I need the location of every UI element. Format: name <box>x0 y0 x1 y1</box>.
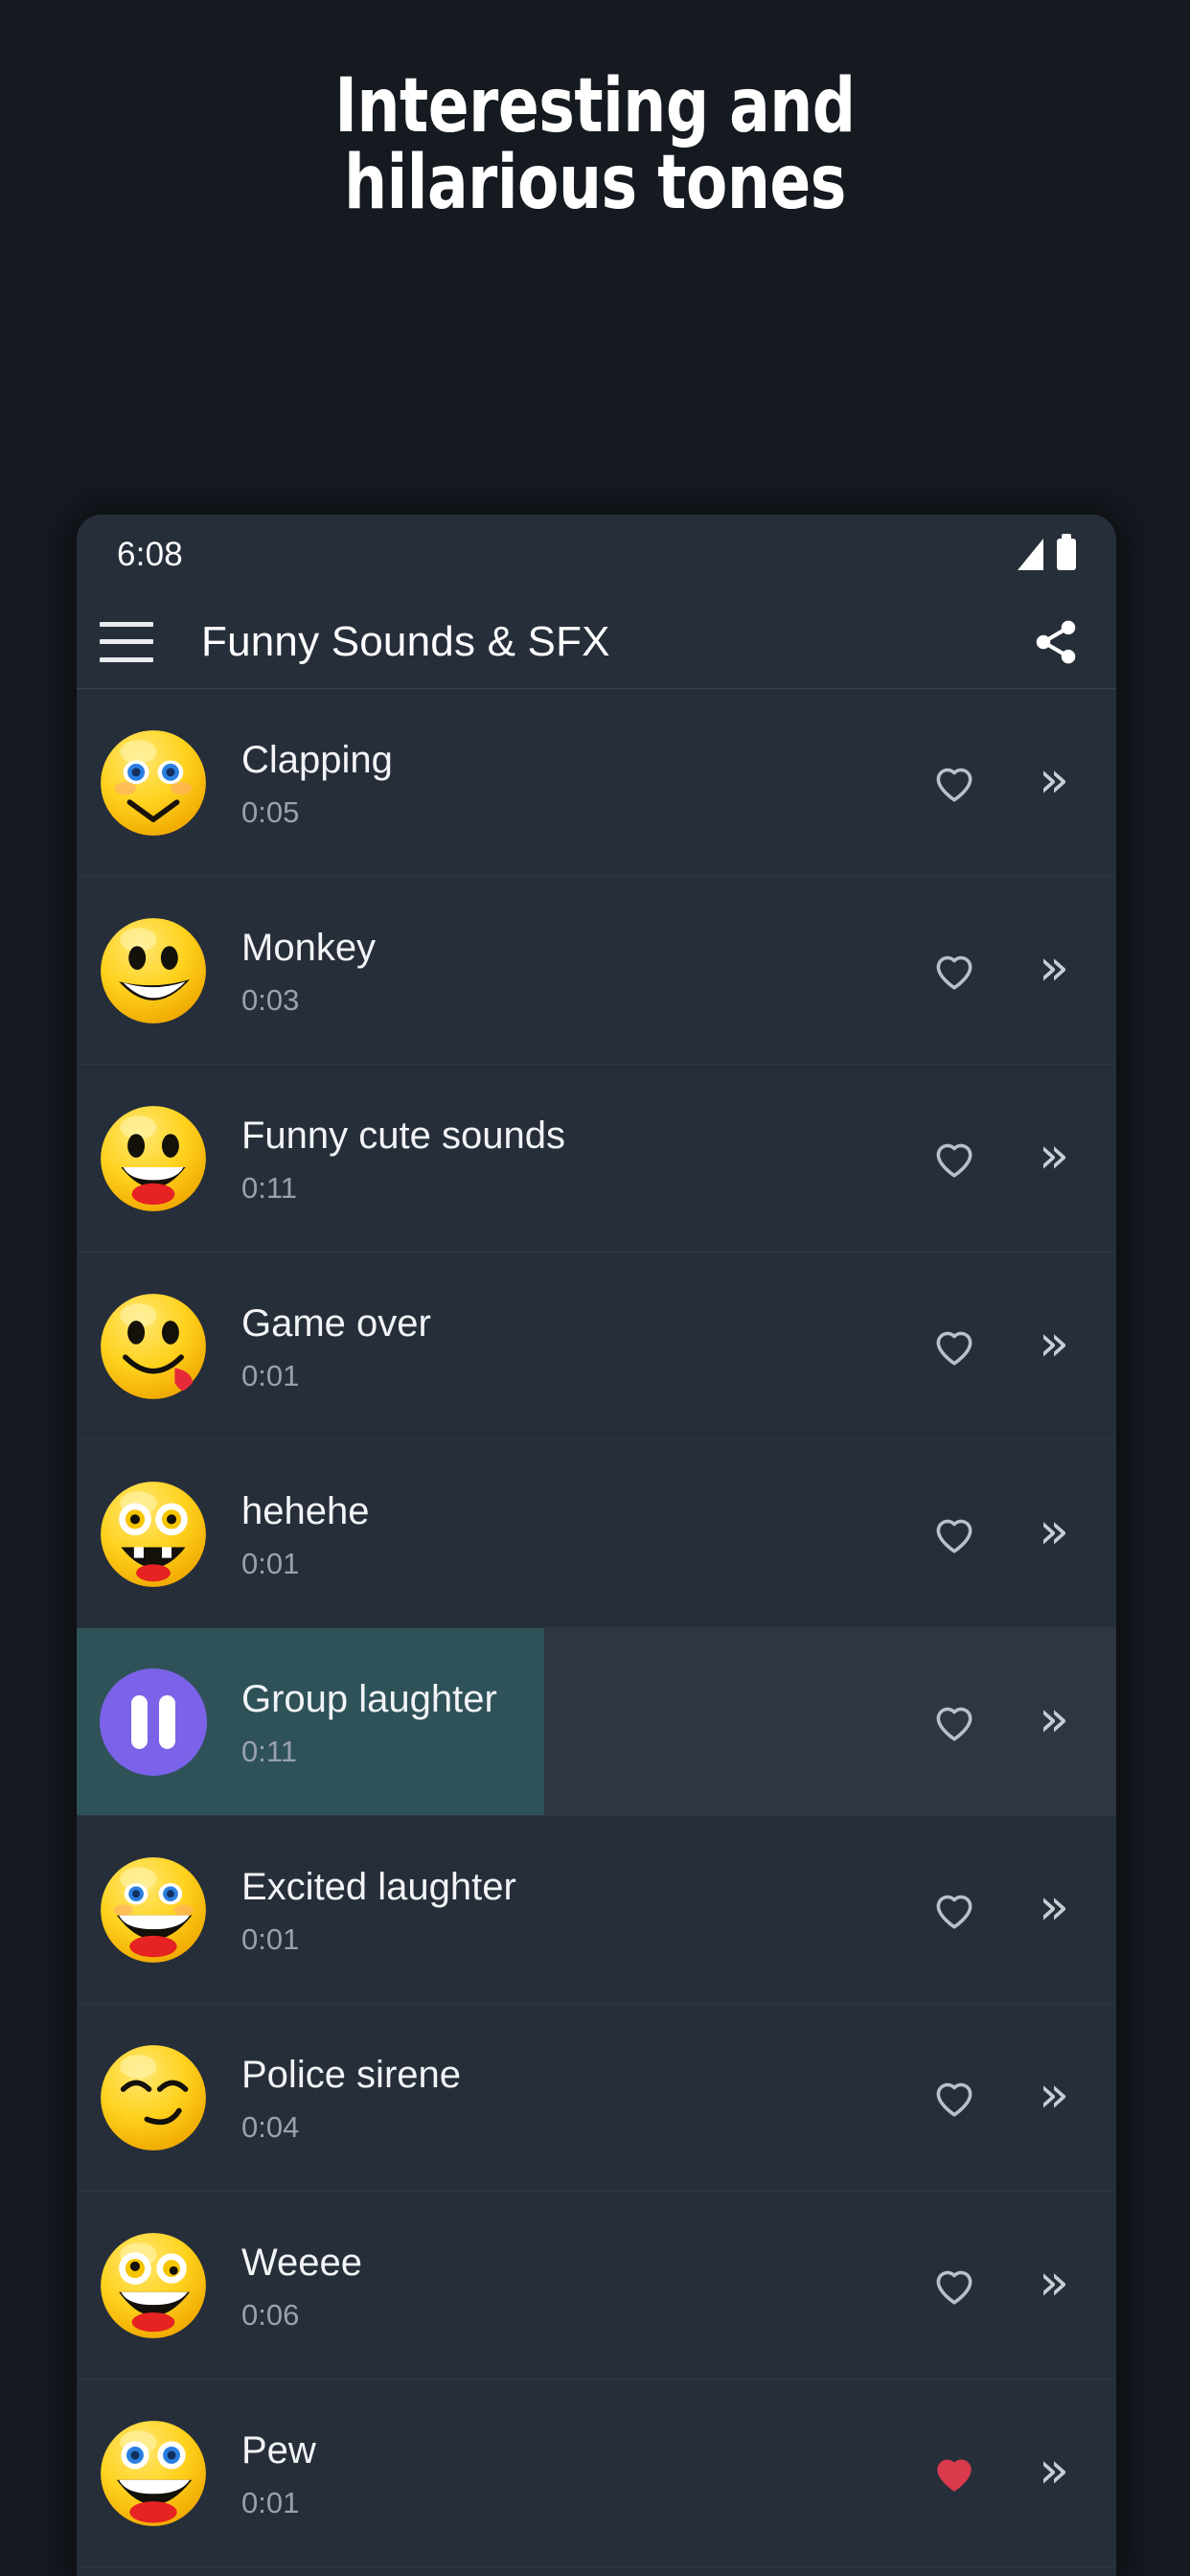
pause-icon[interactable] <box>100 1668 207 1776</box>
sound-row[interactable]: Monkey 0:03 » <box>77 877 1116 1065</box>
double-chevron-right-icon[interactable]: » <box>1024 2068 1084 2128</box>
sound-duration: 0:06 <box>241 2298 300 2332</box>
sound-row-actions: » <box>925 941 1084 1000</box>
sound-duration: 0:11 <box>241 1171 298 1205</box>
sound-row-text: Clapping 0:05 <box>241 738 925 827</box>
sound-row-actions: » <box>925 753 1084 813</box>
status-bar: 6:08 <box>77 515 1116 595</box>
sound-row[interactable]: Clapping 0:05 » <box>77 689 1116 877</box>
heart-outline-icon[interactable] <box>925 941 984 1000</box>
sound-title: Police sirene <box>241 2054 462 2096</box>
heart-outline-icon[interactable] <box>925 1880 984 1940</box>
sound-row-text: hehehe 0:01 <box>241 1489 925 1578</box>
sound-title: Weeee <box>241 2242 363 2284</box>
heart-outline-icon[interactable] <box>925 753 984 813</box>
sound-row-text: Weeee 0:06 <box>241 2241 925 2330</box>
double-chevron-right-icon[interactable]: » <box>1024 2444 1084 2503</box>
sound-row-actions: » <box>925 1880 1084 1940</box>
double-chevron-right-icon[interactable]: » <box>1024 1880 1084 1940</box>
sound-row-actions: » <box>925 1317 1084 1376</box>
share-icon[interactable] <box>1024 610 1087 674</box>
sound-emoji-avatar[interactable] <box>100 1856 207 1964</box>
sound-title: Group laughter <box>241 1678 497 1720</box>
sound-row-text: Group laughter 0:11 <box>241 1677 925 1766</box>
sound-title: Monkey <box>241 927 377 969</box>
heart-outline-icon[interactable] <box>925 2256 984 2315</box>
double-chevron-right-icon[interactable]: » <box>1024 1129 1084 1188</box>
sound-row[interactable]: Police sirene 0:04 » <box>77 2004 1116 2192</box>
sound-row-actions: » <box>925 2444 1084 2503</box>
app-title: Funny Sounds & SFX <box>201 617 610 665</box>
sound-emoji-avatar[interactable] <box>100 917 207 1024</box>
sound-row[interactable]: Pew 0:01 » <box>77 2380 1116 2567</box>
signal-bars-icon <box>1018 539 1043 570</box>
heart-outline-icon[interactable] <box>925 1317 984 1376</box>
heart-outline-icon[interactable] <box>925 1505 984 1564</box>
promo-headline: Interesting and hilarious tones <box>334 63 856 226</box>
hamburger-menu-icon[interactable] <box>100 621 153 662</box>
sound-emoji-avatar[interactable] <box>100 2044 207 2151</box>
sound-row[interactable]: Excited laughter 0:01 » <box>77 1816 1116 2004</box>
sound-emoji-avatar[interactable] <box>100 1105 207 1212</box>
sound-row-text: Pew 0:01 <box>241 2428 925 2518</box>
sound-row[interactable]: Funny cute sounds 0:11 » <box>77 1065 1116 1253</box>
double-chevron-right-icon[interactable]: » <box>1024 2256 1084 2315</box>
sound-title: Funny cute sounds <box>241 1115 565 1157</box>
app-bar: Funny Sounds & SFX <box>77 595 1116 689</box>
sound-list[interactable]: Clapping 0:05» Monkey 0:03» Funny cute sound… <box>77 689 1116 2576</box>
battery-full-icon <box>1057 534 1076 570</box>
sound-row-text: Monkey 0:03 <box>241 926 925 1015</box>
double-chevron-right-icon[interactable]: » <box>1024 753 1084 813</box>
sound-row-text: Police sirene 0:04 <box>241 2053 925 2142</box>
double-chevron-right-icon[interactable]: » <box>1024 1317 1084 1376</box>
sound-duration: 0:01 <box>241 1359 300 1392</box>
sound-duration: 0:04 <box>241 2110 300 2144</box>
double-chevron-right-icon[interactable]: » <box>1024 1692 1084 1752</box>
sound-title: Clapping <box>241 739 393 781</box>
sound-title: Game over <box>241 1302 431 1345</box>
sound-emoji-avatar[interactable] <box>100 1481 207 1588</box>
sound-row-actions: » <box>925 1129 1084 1188</box>
sound-duration: 0:03 <box>241 983 300 1017</box>
sound-row-actions: » <box>925 2068 1084 2128</box>
sound-row[interactable]: Group laughter 0:11 » <box>77 1628 1116 1816</box>
sound-row-actions: » <box>925 1505 1084 1564</box>
sound-row-actions: » <box>925 2256 1084 2315</box>
sound-emoji-avatar[interactable] <box>100 1293 207 1400</box>
heart-outline-icon[interactable] <box>925 2068 984 2128</box>
sound-duration: 0:11 <box>241 1735 298 1768</box>
phone-screenshot-frame: 6:08 Funny Sounds & SFX Clapping 0:05» Mon… <box>77 515 1116 2576</box>
sound-row[interactable]: Game over 0:01 » <box>77 1253 1116 1440</box>
sound-title: Pew <box>241 2429 316 2472</box>
sound-title: Excited laughter <box>241 1866 516 1908</box>
sound-row[interactable]: hehehe 0:01 » <box>77 1440 1116 1628</box>
sound-emoji-avatar[interactable] <box>100 2420 207 2527</box>
sound-duration: 0:01 <box>241 1547 300 1580</box>
sound-title: hehehe <box>241 1490 370 1532</box>
sound-row[interactable]: Weeee 0:06 » <box>77 2192 1116 2380</box>
sound-duration: 0:01 <box>241 2486 300 2519</box>
sound-duration: 0:05 <box>241 795 300 829</box>
double-chevron-right-icon[interactable]: » <box>1024 1505 1084 1564</box>
sound-row-text: Funny cute sounds 0:11 <box>241 1114 925 1203</box>
sound-row-text: Game over 0:01 <box>241 1301 925 1391</box>
sound-duration: 0:01 <box>241 1922 300 1956</box>
status-bar-icons <box>1018 534 1076 570</box>
heart-outline-icon[interactable] <box>925 1129 984 1188</box>
sound-row-actions: » <box>925 1692 1084 1752</box>
sound-emoji-avatar[interactable] <box>100 729 207 837</box>
heart-outline-icon[interactable] <box>925 1692 984 1752</box>
sound-emoji-avatar[interactable] <box>100 2232 207 2339</box>
double-chevron-right-icon[interactable]: » <box>1024 941 1084 1000</box>
heart-filled-icon[interactable] <box>925 2444 984 2503</box>
sound-row-text: Excited laughter 0:01 <box>241 1865 925 1954</box>
status-bar-clock: 6:08 <box>117 536 183 573</box>
